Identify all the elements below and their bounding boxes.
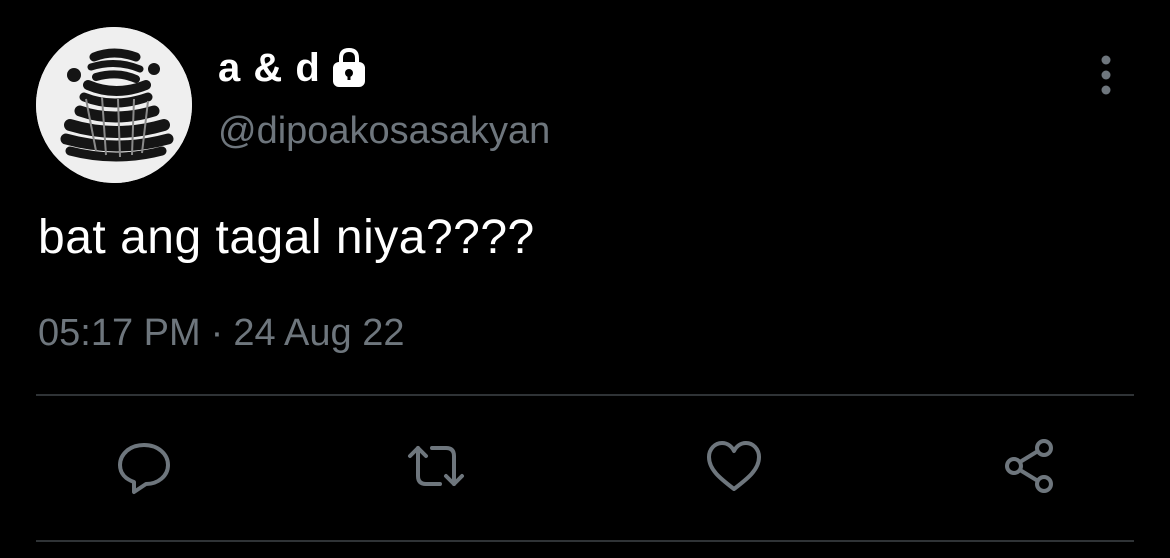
avatar-image: [36, 27, 192, 183]
retweet-icon: [408, 446, 464, 486]
display-name[interactable]: a & d: [218, 46, 321, 91]
tweet-timestamp[interactable]: 05:17 PM · 24 Aug 22: [38, 312, 404, 355]
like-button[interactable]: [702, 434, 766, 498]
tweet-text: bat ang tagal niya????: [38, 211, 535, 264]
divider: [36, 394, 1134, 396]
heart-icon: [707, 441, 761, 491]
comment-bubble-icon: [118, 443, 170, 494]
divider: [36, 540, 1134, 542]
avatar[interactable]: [36, 27, 192, 183]
timestamp-separator: ·: [210, 312, 224, 354]
tweet-time: 05:17 PM: [38, 312, 201, 354]
reply-button[interactable]: [112, 434, 176, 498]
tweet-date: 24 Aug 22: [233, 312, 405, 354]
more-vertical-icon: [1101, 55, 1111, 95]
retweet-button[interactable]: [404, 434, 468, 498]
share-button[interactable]: [998, 434, 1062, 498]
handle[interactable]: @dipoakosasakyan: [218, 110, 550, 153]
more-options-button[interactable]: [1088, 52, 1124, 98]
display-name-row: a & d: [218, 42, 371, 94]
lock-icon: [327, 46, 371, 90]
share-icon: [1005, 439, 1053, 493]
